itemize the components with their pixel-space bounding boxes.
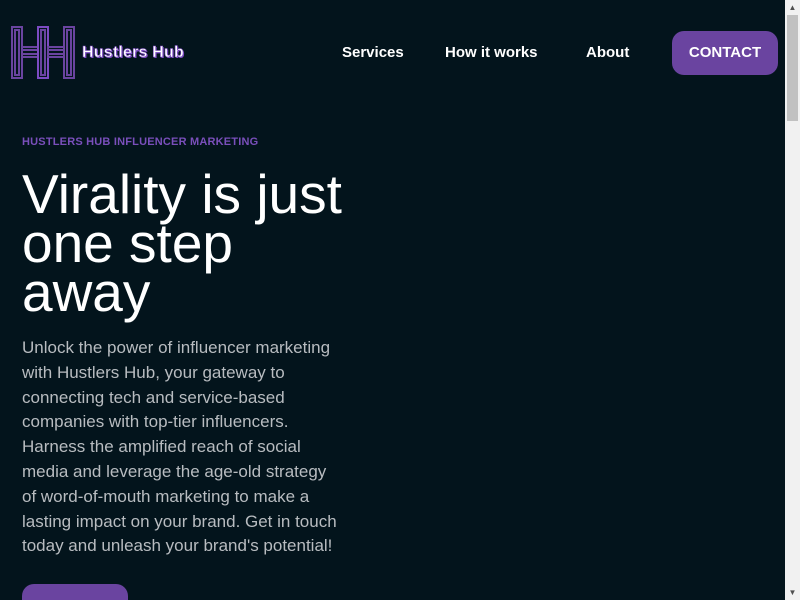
nav-link-services[interactable]: Services (342, 31, 404, 75)
main-nav: Services How it works About CONTACT (0, 31, 785, 75)
hero-eyebrow: HUSTLERS HUB INFLUENCER MARKETING (22, 136, 259, 148)
hero-cta-button[interactable] (22, 584, 128, 600)
hero-description: Unlock the power of influencer marketing… (22, 338, 337, 556)
nav-link-about[interactable]: About (586, 31, 629, 75)
site-header: Hustlers Hub Services How it works About… (0, 0, 785, 105)
hero-title: Virality is just one step away (22, 163, 342, 323)
vertical-scrollbar[interactable]: ▲ ▼ (785, 0, 800, 600)
contact-button[interactable]: CONTACT (672, 31, 778, 75)
nav-link-how-it-works[interactable]: How it works (445, 31, 538, 75)
scroll-down-icon[interactable]: ▼ (785, 585, 800, 600)
page: Hustlers Hub Services How it works About… (0, 0, 785, 600)
scrollbar-thumb[interactable] (787, 15, 798, 121)
scroll-up-icon[interactable]: ▲ (785, 0, 800, 15)
